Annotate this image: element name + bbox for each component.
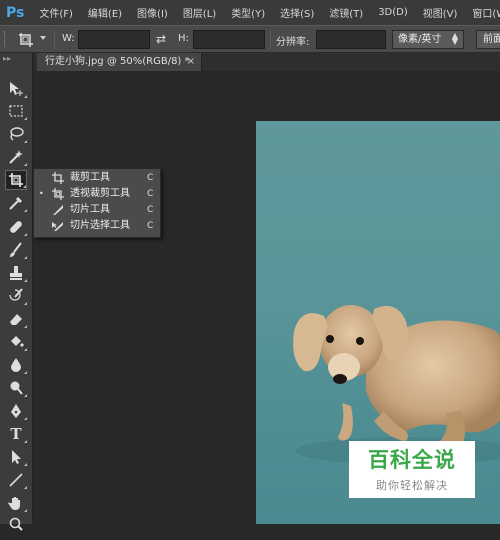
resolution-label: 分辨率: [276, 37, 310, 48]
toolbox-collapse-icon[interactable]: ▸▸ [3, 55, 29, 63]
flyout-label: 透视裁剪工具 [70, 188, 130, 199]
height-field[interactable] [193, 30, 265, 49]
flyout-shortcut: C [147, 189, 154, 199]
front-image-button[interactable]: 前面的 [476, 30, 500, 49]
divider [270, 31, 271, 49]
history-brush-tool-icon[interactable] [5, 286, 27, 306]
options-bar: W: ⇄ H: 分辨率: 像素/英寸 ▲▼ 前面的 [0, 25, 500, 53]
eyedropper-tool-icon[interactable] [5, 193, 27, 213]
flyout-label: 切片工具 [70, 204, 110, 215]
perspective-crop-icon [51, 186, 65, 202]
resolution-field[interactable] [316, 30, 386, 49]
flyout-shortcut: C [147, 205, 154, 215]
flyout-shortcut: C [147, 221, 154, 231]
close-icon[interactable]: × [187, 53, 195, 71]
dodge-tool-icon[interactable] [5, 378, 27, 398]
flyout-label: 裁剪工具 [70, 172, 110, 183]
chevron-down-icon [40, 36, 46, 40]
flyout-label: 切片选择工具 [70, 220, 130, 231]
divider [54, 31, 55, 49]
flyout-item-slice-select[interactable]: 切片选择工具 C [34, 218, 160, 234]
lasso-tool-icon[interactable] [5, 124, 27, 144]
type-tool-icon[interactable]: T [5, 424, 27, 444]
resolution-unit-select[interactable]: 像素/英寸 ▲ ▼ [392, 30, 464, 49]
select-arrows-icon: ▲ ▼ [451, 31, 458, 46]
pen-tool-icon[interactable] [5, 401, 27, 421]
swap-icon[interactable]: ⇄ [156, 32, 166, 46]
menu-image[interactable]: 图像(I) [137, 5, 168, 20]
brush-tool-icon[interactable] [5, 240, 27, 260]
line-tool-icon[interactable] [5, 470, 27, 490]
menu-3d[interactable]: 3D(D) [378, 7, 408, 18]
blur-tool-icon[interactable] [5, 355, 27, 375]
clone-stamp-tool-icon[interactable] [5, 263, 27, 283]
move-tool-icon[interactable] [5, 79, 27, 99]
menu-layer[interactable]: 图层(L) [183, 5, 216, 20]
eraser-tool-icon[interactable] [5, 309, 27, 329]
menu-type[interactable]: 类型(Y) [231, 5, 265, 20]
flyout-item-perspective-crop[interactable]: • 透视裁剪工具 C [34, 186, 160, 202]
document-tab-title: 行走小狗.jpg @ 50%(RGB/8) * [45, 56, 190, 67]
paint-bucket-tool-icon[interactable] [5, 332, 27, 352]
crop-icon [51, 170, 65, 186]
slice-icon [51, 202, 65, 218]
flyout-item-slice[interactable]: 切片工具 C [34, 202, 160, 218]
slice-select-icon [51, 218, 65, 234]
hand-tool-icon[interactable] [5, 493, 27, 513]
flyout-item-crop[interactable]: 裁剪工具 C [34, 170, 160, 186]
menu-window[interactable]: 窗口(W) [472, 5, 500, 20]
quick-selection-tool-icon[interactable] [5, 147, 27, 167]
menu-edit[interactable]: 编辑(E) [88, 5, 122, 20]
tool-preset-picker[interactable] [14, 31, 48, 49]
marquee-tool-icon[interactable] [5, 101, 27, 121]
photoshop-logo: Ps [6, 4, 25, 21]
menu-view[interactable]: 视图(V) [423, 5, 458, 20]
toolbox: ▸▸ T [0, 53, 33, 531]
watermark-subtitle: 助你轻松解决 [376, 479, 448, 492]
flyout-shortcut: C [147, 173, 154, 183]
crop-tool-flyout: 裁剪工具 C • 透视裁剪工具 C 切片工具 C 切片选择工具 C [33, 168, 161, 238]
options-grip[interactable] [4, 31, 7, 47]
healing-brush-tool-icon[interactable] [5, 217, 27, 237]
document-tab-bar: 行走小狗.jpg @ 50%(RGB/8) * × [34, 53, 500, 71]
menu-file[interactable]: 文件(F) [39, 5, 73, 20]
height-label: H: [178, 33, 189, 44]
menu-bar: Ps 文件(F) 编辑(E) 图像(I) 图层(L) 类型(Y) 选择(S) 滤… [0, 0, 500, 25]
zoom-tool-icon[interactable] [5, 514, 27, 534]
width-field[interactable] [78, 30, 150, 49]
menu-select[interactable]: 选择(S) [280, 5, 314, 20]
menu-filter[interactable]: 滤镜(T) [329, 5, 363, 20]
path-selection-tool-icon[interactable] [5, 447, 27, 467]
crop-tool-icon[interactable] [5, 170, 27, 190]
watermark-title: 百科全说 [368, 448, 456, 472]
document-tab[interactable]: 行走小狗.jpg @ 50%(RGB/8) * × [37, 53, 202, 71]
unit-value: 像素/英寸 [398, 34, 442, 45]
watermark-logo: 百科全说 助你轻松解决 [349, 441, 475, 498]
selected-bullet-icon: • [39, 189, 44, 198]
width-label: W: [62, 33, 75, 44]
perspective-crop-icon [19, 33, 33, 47]
